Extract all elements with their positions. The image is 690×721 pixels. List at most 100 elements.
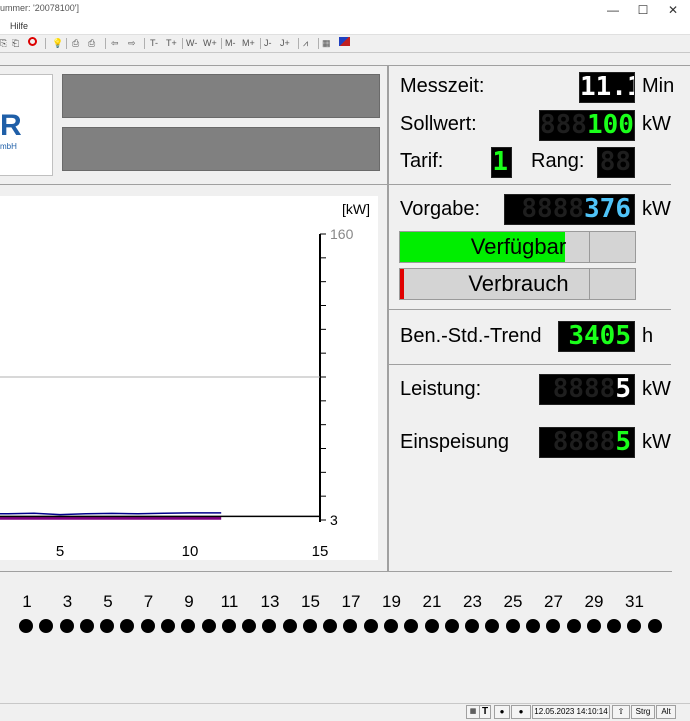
logo-subtext: mbH xyxy=(0,142,17,151)
day-dot[interactable] xyxy=(485,619,500,633)
toolbar-separator xyxy=(66,38,67,49)
day-dot[interactable] xyxy=(19,619,33,633)
arrow-right-icon[interactable]: ⇨ xyxy=(128,37,136,50)
series-line xyxy=(0,512,222,516)
day-dot[interactable] xyxy=(363,619,378,633)
day-dot[interactable] xyxy=(444,619,459,633)
day-dot[interactable] xyxy=(39,619,54,633)
logo-box: R mbH xyxy=(0,74,53,176)
rang-label: Rang: xyxy=(531,150,585,172)
day-dot[interactable] xyxy=(323,619,338,633)
graph-icon[interactable]: ⩘ xyxy=(303,37,308,50)
day-number: 1 xyxy=(22,592,32,611)
day-forward-button[interactable]: T+ xyxy=(166,37,177,50)
arrow-left-icon[interactable]: ⇦ xyxy=(111,37,119,50)
close-button[interactable]: ✕ xyxy=(656,0,690,20)
toolbar-separator xyxy=(144,38,145,49)
divider xyxy=(388,364,671,365)
year-forward-button[interactable]: J+ xyxy=(280,37,290,50)
bulb-icon[interactable]: 💡 xyxy=(52,37,63,50)
t-indicator: T xyxy=(479,705,491,719)
month-forward-button[interactable]: M+ xyxy=(242,37,255,50)
day-dot[interactable] xyxy=(262,619,277,633)
menu-item-help[interactable]: Hilfe xyxy=(10,21,28,31)
tarif-label: Tarif: xyxy=(400,150,444,172)
print2-icon[interactable]: ⎙ xyxy=(88,37,95,50)
info-field-top xyxy=(62,74,380,118)
chart-status-icon: ▦ xyxy=(466,705,480,719)
day-dot[interactable] xyxy=(526,619,540,633)
x-tick-label: 5 xyxy=(56,543,64,560)
maximize-button[interactable]: ☐ xyxy=(626,0,660,20)
day-dot[interactable] xyxy=(59,619,74,633)
day-dot[interactable] xyxy=(404,619,419,633)
verfuegbar-label: Verfügbar xyxy=(470,234,567,259)
day-dot[interactable] xyxy=(140,619,155,633)
toolbar-separator xyxy=(298,38,299,49)
messzeit-display: 11.1 xyxy=(579,72,635,103)
divider xyxy=(388,65,389,571)
day-dot[interactable] xyxy=(424,619,439,633)
copy2-icon[interactable]: ⎗ xyxy=(12,37,19,50)
status-dot-icon: ● xyxy=(494,705,510,719)
title-bar: ummer: '20078100'] — ☐ ✕ xyxy=(0,0,690,20)
week-forward-button[interactable]: W+ xyxy=(203,37,217,50)
toolbar-separator xyxy=(221,38,222,49)
day-dot[interactable] xyxy=(302,619,317,633)
day-dot[interactable] xyxy=(221,619,236,633)
divider xyxy=(388,65,690,66)
minimize-button[interactable]: — xyxy=(596,0,630,20)
year-back-button[interactable]: J- xyxy=(264,37,272,50)
trend-unit: h xyxy=(642,325,654,347)
divider xyxy=(388,309,671,310)
day-dot[interactable] xyxy=(384,619,399,633)
day-dot[interactable] xyxy=(201,619,216,633)
day-dot[interactable] xyxy=(627,619,642,633)
toolbar-separator xyxy=(45,38,46,49)
day-dot[interactable] xyxy=(505,619,520,633)
month-back-button[interactable]: M- xyxy=(225,37,236,50)
day-dot[interactable] xyxy=(79,619,94,633)
verbrauch-bar: Verbrauch xyxy=(399,268,636,300)
info-field-bottom xyxy=(62,127,380,171)
chart-area: [kW] 160 3 5 10 15 xyxy=(0,196,378,560)
day-back-button[interactable]: T- xyxy=(150,37,158,50)
divider xyxy=(0,571,672,572)
leistung-label: Leistung: xyxy=(400,378,482,400)
menu-bar: Hilfe xyxy=(0,20,690,35)
day-dot[interactable] xyxy=(282,619,297,633)
trend-display: 3405 xyxy=(558,321,635,352)
day-number: 29 xyxy=(584,592,604,611)
day-dot[interactable] xyxy=(100,619,115,633)
day-dot[interactable] xyxy=(647,619,662,633)
day-dot[interactable] xyxy=(343,619,358,633)
day-dot[interactable] xyxy=(586,619,601,633)
print-icon[interactable]: ⎙ xyxy=(72,37,79,50)
day-dot[interactable] xyxy=(607,619,622,633)
day-dot[interactable] xyxy=(160,619,175,633)
week-back-button[interactable]: W- xyxy=(186,37,197,50)
grid-icon[interactable]: ▦ xyxy=(322,37,331,50)
tarif-display: 1 xyxy=(491,147,512,178)
toolbar-separator xyxy=(182,38,183,49)
day-dot[interactable] xyxy=(546,619,561,633)
y-axis-label: [kW] xyxy=(342,201,370,217)
sollwert-unit: kW xyxy=(642,113,671,135)
toolbar-separator xyxy=(105,38,106,49)
day-dot[interactable] xyxy=(242,619,257,633)
x-tick-label: 15 xyxy=(312,543,329,560)
load-chart: [kW] 160 3 5 10 15 xyxy=(0,201,370,560)
day-number: 17 xyxy=(341,592,361,611)
einspeisung-unit: kW xyxy=(642,431,671,453)
day-dot[interactable] xyxy=(465,619,480,633)
copy-icon[interactable]: ⎘ xyxy=(0,37,7,50)
day-dot[interactable] xyxy=(566,619,581,633)
trend-label: Ben.-Std.-Trend xyxy=(400,325,542,347)
chart-icon[interactable] xyxy=(339,37,350,50)
day-dot[interactable] xyxy=(181,619,196,633)
window-title: ummer: '20078100'] xyxy=(0,3,79,13)
toolbar-separator xyxy=(260,38,261,49)
stop-icon[interactable] xyxy=(28,37,37,50)
day-number: 3 xyxy=(62,592,73,611)
day-dot[interactable] xyxy=(120,619,135,633)
